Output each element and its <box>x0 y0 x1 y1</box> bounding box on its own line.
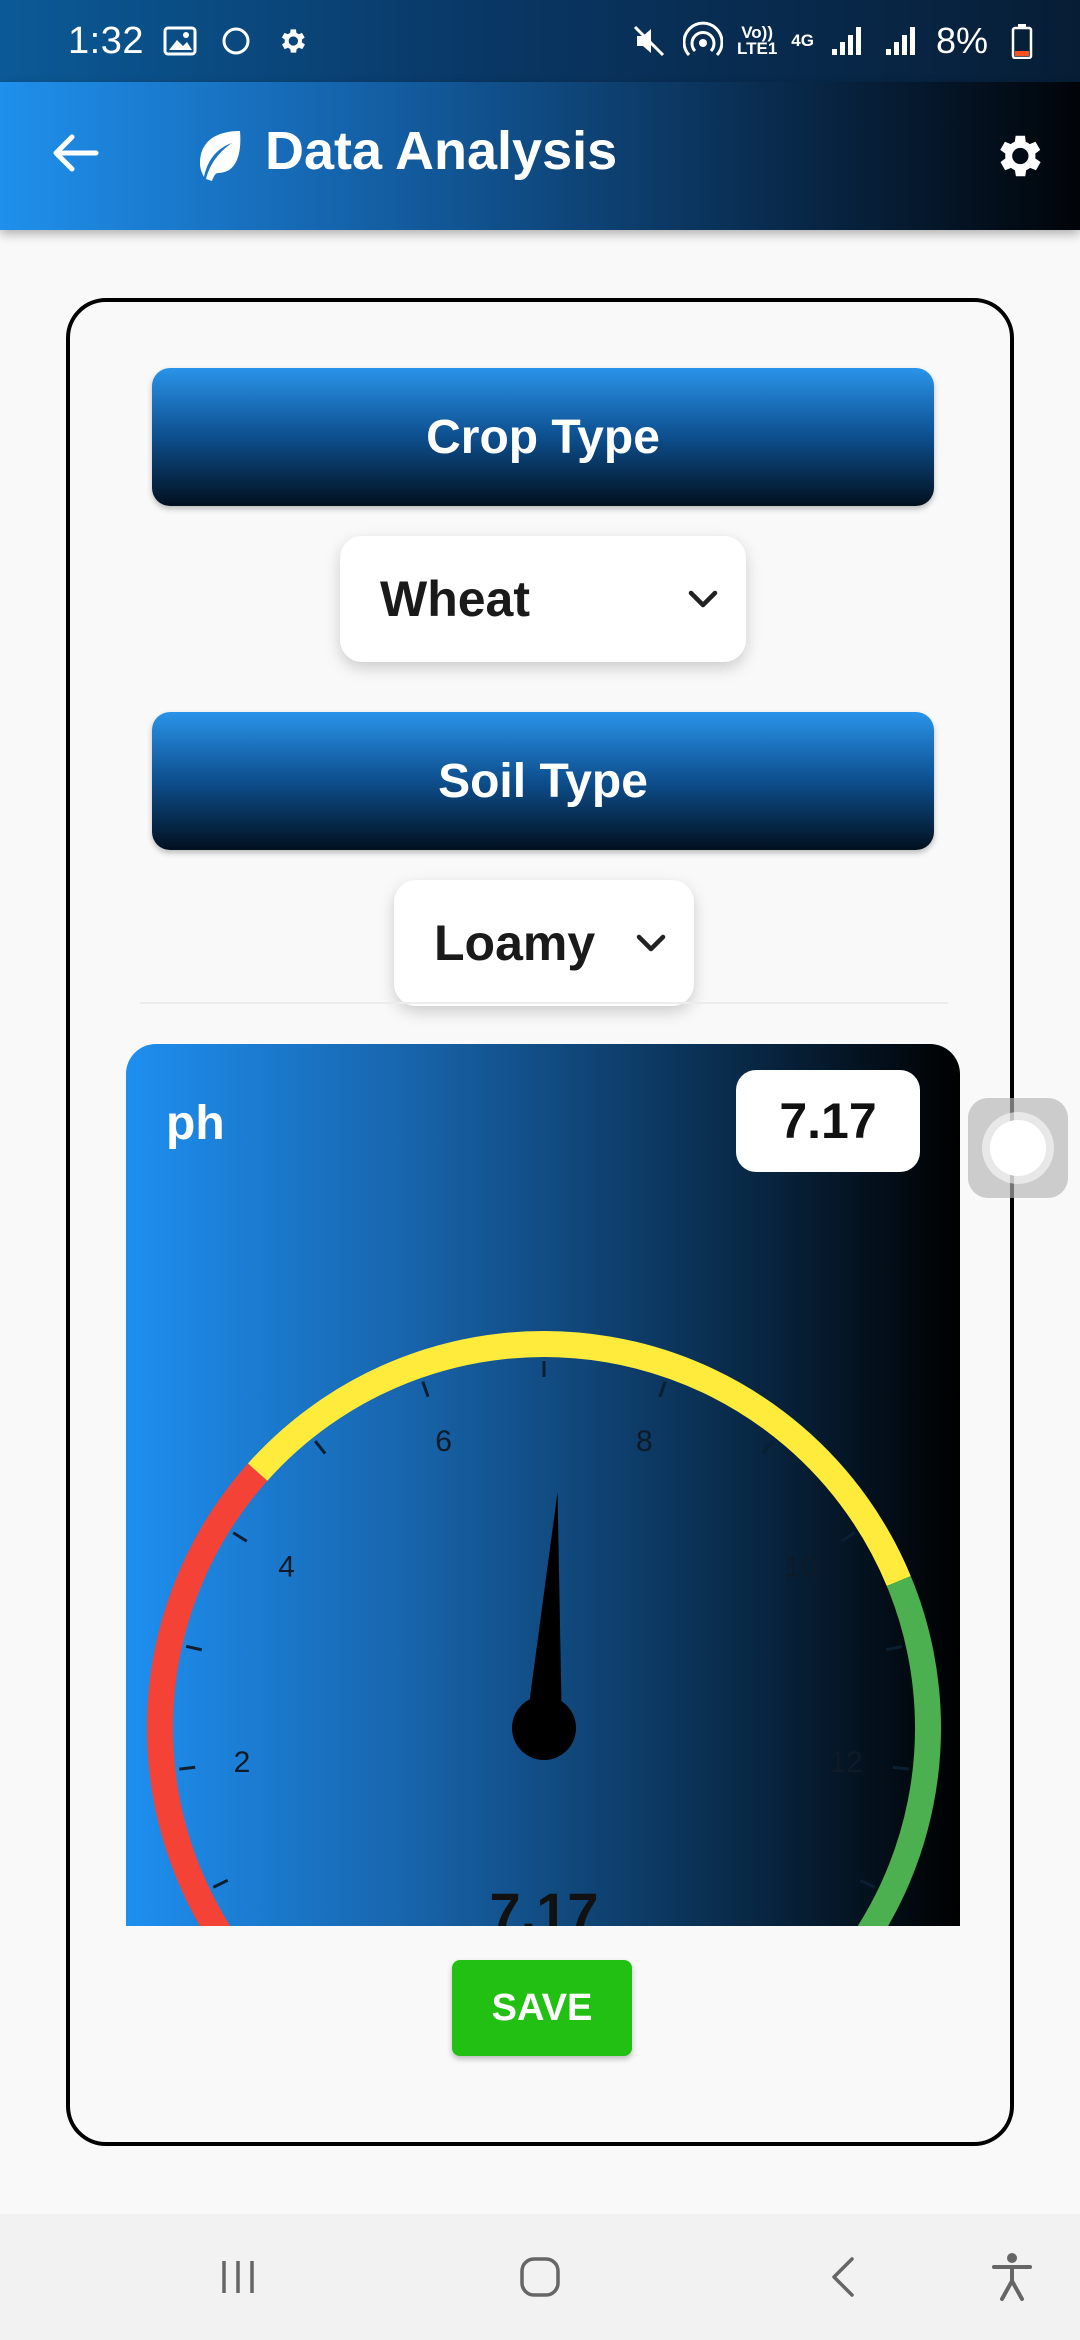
recent-apps-button[interactable] <box>208 2247 268 2307</box>
gauge-tick-label: 6 <box>435 1425 452 1458</box>
gauge-needle <box>526 1492 562 1730</box>
volte-bottom: LTE1 <box>736 39 778 58</box>
status-bar: 1:32 Vo)) LTE1 4G 8% <box>0 0 1080 82</box>
floating-assistive-button[interactable] <box>968 1098 1068 1198</box>
volte-indicator: Vo)) LTE1 <box>736 24 778 58</box>
network-type: 4G <box>791 31 814 50</box>
hotspot-icon <box>682 21 723 61</box>
divider <box>140 1002 948 1004</box>
chevron-left-icon <box>832 2257 854 2297</box>
navigation-bar <box>0 2214 1080 2340</box>
chevron-down-icon <box>636 934 666 952</box>
settings-button[interactable] <box>986 124 1050 188</box>
gauge-tick <box>761 1440 774 1455</box>
gauge-tick-label: 2 <box>234 1746 251 1779</box>
chevron-down-icon <box>688 590 718 608</box>
ph-gauge-panel: ph 7.17 024681012 7.17 <box>126 1044 960 1926</box>
status-right: Vo)) LTE1 4G 8% <box>629 20 1042 62</box>
home-button[interactable] <box>510 2247 570 2307</box>
gear-status-icon <box>272 21 312 61</box>
gallery-icon <box>160 21 200 61</box>
app-bar: Data Analysis <box>0 82 1080 230</box>
status-time: 1:32 <box>68 19 144 62</box>
gauge-tick <box>185 1644 203 1652</box>
leaf-icon <box>200 131 241 181</box>
gauge-tick <box>840 1531 856 1543</box>
gauge-range-1 <box>247 1331 911 1587</box>
signal-icon-2 <box>882 21 922 61</box>
gauge-tick <box>892 1765 909 1771</box>
battery-icon <box>1002 21 1042 61</box>
gauge-tick <box>885 1644 903 1652</box>
gauge-tick-label: 12 <box>829 1746 862 1779</box>
gauge-hub <box>512 1696 576 1760</box>
gauge-tick <box>421 1381 430 1398</box>
gauge-tick-label: 8 <box>636 1425 653 1458</box>
gauge-tick <box>212 1878 229 1889</box>
crop-type-dropdown[interactable]: Wheat <box>340 536 746 662</box>
soil-type-button[interactable]: Soil Type <box>152 712 934 850</box>
circle-status-icon <box>216 21 256 61</box>
ph-gauge: 024681012 7.17 <box>147 1331 941 1926</box>
battery-percent: 8% <box>935 20 988 61</box>
gear-icon <box>1000 135 1041 177</box>
save-button[interactable]: SAVE <box>452 1960 632 2056</box>
crop-type-value: Wheat <box>380 571 530 627</box>
gauge-center-value: 7.17 <box>490 1881 599 1926</box>
system-back-button[interactable] <box>814 2247 874 2307</box>
home-icon <box>520 2257 560 2297</box>
gauge-tick <box>232 1531 248 1543</box>
accessibility-icon <box>992 2253 1032 2301</box>
back-button[interactable] <box>42 120 108 186</box>
gauge-tick-label: 10 <box>785 1550 818 1583</box>
soil-type-dropdown[interactable]: Loamy <box>394 880 694 1006</box>
soil-type-value: Loamy <box>434 915 596 971</box>
crop-type-button[interactable]: Crop Type <box>152 368 934 506</box>
gauge-range-0 <box>147 1463 268 1926</box>
gauge-tick <box>314 1440 327 1455</box>
assistive-dot-icon <box>990 1120 1046 1176</box>
recent-apps-icon <box>222 2261 254 2293</box>
status-left: 1:32 <box>68 20 312 63</box>
page-title: Data Analysis <box>265 121 618 181</box>
signal-icon <box>828 21 868 61</box>
gauge-tick <box>859 1878 876 1889</box>
arrow-left-icon <box>53 134 99 172</box>
accessibility-button[interactable] <box>982 2247 1042 2307</box>
mute-icon <box>629 21 669 61</box>
gauge-tick-label: 4 <box>278 1550 295 1583</box>
gauge-tick <box>658 1381 667 1398</box>
gauge-tick <box>179 1765 196 1771</box>
analysis-card: Crop Type Wheat Soil Type Loamy ph 7.17 … <box>66 298 1014 2146</box>
